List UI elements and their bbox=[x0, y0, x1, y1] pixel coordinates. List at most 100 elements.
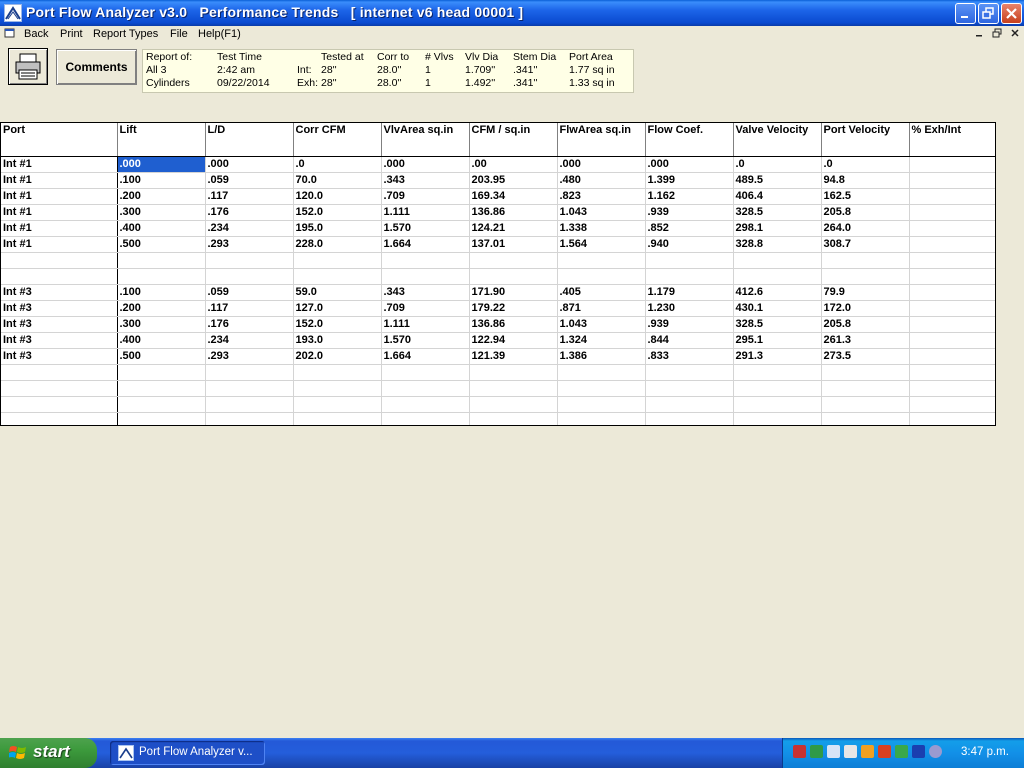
column-header[interactable]: Flow Coef. bbox=[645, 123, 734, 157]
table-cell[interactable] bbox=[557, 380, 646, 397]
port-cell[interactable]: Int #3 bbox=[1, 300, 118, 317]
port-cell[interactable] bbox=[1, 380, 118, 397]
port-cell[interactable]: Int #3 bbox=[1, 284, 118, 301]
table-cell[interactable]: .500 bbox=[117, 236, 206, 253]
table-cell[interactable] bbox=[205, 412, 294, 425]
table-cell[interactable]: 195.0 bbox=[293, 220, 382, 237]
table-cell[interactable]: 122.94 bbox=[469, 332, 558, 349]
table-cell[interactable] bbox=[645, 252, 734, 269]
table-cell[interactable] bbox=[909, 252, 995, 269]
document-icon[interactable] bbox=[3, 27, 17, 41]
table-cell[interactable]: 70.0 bbox=[293, 172, 382, 189]
port-cell[interactable] bbox=[1, 268, 118, 285]
pen-icon[interactable] bbox=[895, 745, 908, 758]
table-cell[interactable]: .823 bbox=[557, 188, 646, 205]
table-cell[interactable] bbox=[117, 396, 206, 413]
table-row[interactable]: Int #3.400.234 193.0 1.570 122.94 1.324.844 2… bbox=[1, 332, 995, 349]
table-cell[interactable]: 127.0 bbox=[293, 300, 382, 317]
port-cell[interactable]: Int #1 bbox=[1, 156, 118, 173]
table-cell[interactable] bbox=[909, 348, 995, 365]
table-cell[interactable] bbox=[645, 396, 734, 413]
table-row[interactable] bbox=[1, 396, 995, 413]
table-cell[interactable] bbox=[205, 396, 294, 413]
monitor-icon[interactable] bbox=[827, 745, 840, 758]
table-cell[interactable] bbox=[469, 396, 558, 413]
table-cell[interactable]: 205.8 bbox=[821, 204, 910, 221]
table-row[interactable]: Int #1.000.000.0.000.00.000.000.0.0 bbox=[1, 156, 995, 173]
table-cell[interactable]: 120.0 bbox=[293, 188, 382, 205]
table-cell[interactable]: 124.21 bbox=[469, 220, 558, 237]
table-cell[interactable] bbox=[117, 412, 206, 425]
port-cell[interactable]: Int #1 bbox=[1, 188, 118, 205]
table-cell[interactable]: .343 bbox=[381, 284, 470, 301]
table-cell[interactable]: .234 bbox=[205, 220, 294, 237]
table-cell[interactable] bbox=[909, 172, 995, 189]
table-cell[interactable] bbox=[821, 252, 910, 269]
table-cell[interactable]: 179.22 bbox=[469, 300, 558, 317]
table-cell[interactable]: .000 bbox=[117, 156, 206, 173]
table-cell[interactable]: .293 bbox=[205, 236, 294, 253]
table-cell[interactable] bbox=[381, 412, 470, 425]
mdi-close-icon[interactable] bbox=[1008, 27, 1022, 41]
print-button[interactable] bbox=[8, 48, 48, 85]
table-cell[interactable]: .400 bbox=[117, 332, 206, 349]
table-cell[interactable] bbox=[293, 364, 382, 381]
table-cell[interactable]: .176 bbox=[205, 204, 294, 221]
table-cell[interactable] bbox=[645, 412, 734, 425]
table-cell[interactable] bbox=[469, 268, 558, 285]
table-cell[interactable]: 59.0 bbox=[293, 284, 382, 301]
app-tray-icon[interactable] bbox=[861, 745, 874, 758]
table-cell[interactable] bbox=[381, 396, 470, 413]
table-cell[interactable] bbox=[909, 300, 995, 317]
table-cell[interactable] bbox=[909, 316, 995, 333]
table-cell[interactable] bbox=[821, 412, 910, 425]
table-cell[interactable]: 261.3 bbox=[821, 332, 910, 349]
table-cell[interactable]: 1.564 bbox=[557, 236, 646, 253]
table-cell[interactable]: .200 bbox=[117, 300, 206, 317]
table-cell[interactable] bbox=[381, 268, 470, 285]
table-cell[interactable]: .405 bbox=[557, 284, 646, 301]
disk-icon[interactable] bbox=[929, 745, 942, 758]
table-cell[interactable]: 489.5 bbox=[733, 172, 822, 189]
table-cell[interactable]: .833 bbox=[645, 348, 734, 365]
table-cell[interactable]: .100 bbox=[117, 172, 206, 189]
table-cell[interactable] bbox=[469, 380, 558, 397]
table-row[interactable] bbox=[1, 364, 995, 381]
table-row[interactable]: Int #3.300.176 152.0 1.111 136.86 1.043.939 3… bbox=[1, 316, 995, 333]
table-cell[interactable]: 152.0 bbox=[293, 316, 382, 333]
table-cell[interactable]: 1.338 bbox=[557, 220, 646, 237]
table-cell[interactable]: 1.664 bbox=[381, 236, 470, 253]
table-cell[interactable] bbox=[909, 332, 995, 349]
table-row[interactable] bbox=[1, 252, 995, 269]
table-cell[interactable]: 1.111 bbox=[381, 204, 470, 221]
table-cell[interactable]: 79.9 bbox=[821, 284, 910, 301]
table-cell[interactable]: 1.111 bbox=[381, 316, 470, 333]
table-cell[interactable] bbox=[909, 204, 995, 221]
table-row[interactable]: Int #1.500.293 228.0 1.664 137.01 1.564.940 3… bbox=[1, 236, 995, 253]
table-cell[interactable]: .000 bbox=[205, 156, 294, 173]
port-cell[interactable]: Int #3 bbox=[1, 348, 118, 365]
table-cell[interactable]: .176 bbox=[205, 316, 294, 333]
table-cell[interactable] bbox=[293, 396, 382, 413]
table-cell[interactable]: 202.0 bbox=[293, 348, 382, 365]
table-cell[interactable]: 136.86 bbox=[469, 204, 558, 221]
table-cell[interactable] bbox=[469, 364, 558, 381]
table-cell[interactable] bbox=[821, 268, 910, 285]
table-cell[interactable]: 298.1 bbox=[733, 220, 822, 237]
port-cell[interactable] bbox=[1, 412, 118, 425]
table-cell[interactable]: 121.39 bbox=[469, 348, 558, 365]
table-cell[interactable] bbox=[909, 364, 995, 381]
table-cell[interactable] bbox=[293, 412, 382, 425]
table-cell[interactable]: .844 bbox=[645, 332, 734, 349]
table-cell[interactable]: 406.4 bbox=[733, 188, 822, 205]
table-cell[interactable] bbox=[117, 268, 206, 285]
table-cell[interactable] bbox=[733, 252, 822, 269]
column-header[interactable]: L/D bbox=[205, 123, 294, 157]
data-grid[interactable]: Port Lift L/D Corr CFM VlvArea sq.in CFM / sq… bbox=[0, 122, 996, 426]
table-cell[interactable]: .100 bbox=[117, 284, 206, 301]
table-cell[interactable]: .234 bbox=[205, 332, 294, 349]
table-cell[interactable]: 1.043 bbox=[557, 204, 646, 221]
close-button[interactable] bbox=[1001, 3, 1022, 24]
column-header[interactable]: FlwArea sq.in bbox=[557, 123, 646, 157]
menu-file[interactable]: File bbox=[170, 28, 188, 40]
